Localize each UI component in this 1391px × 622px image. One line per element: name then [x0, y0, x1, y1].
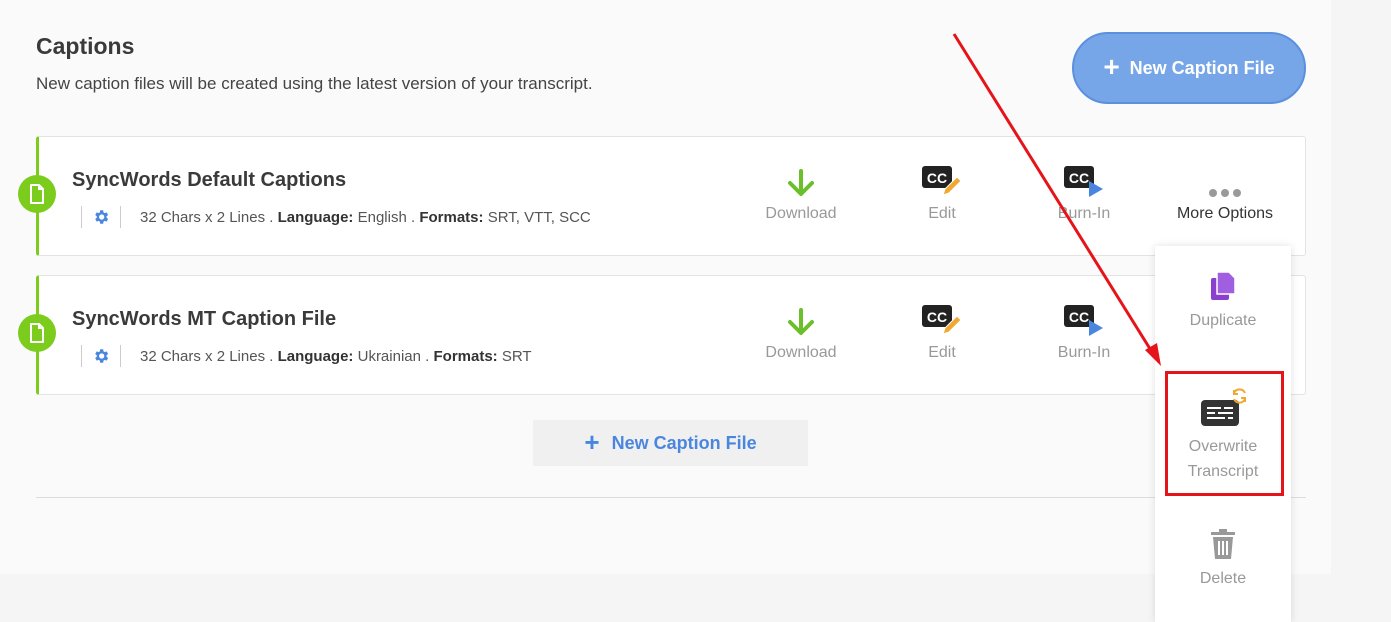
caption-card: SyncWords Default Captions 32 Chars x 2 … — [18, 136, 1306, 256]
page-title: Captions — [36, 33, 135, 59]
svg-text:CC: CC — [927, 170, 947, 186]
highlight-box — [1165, 371, 1284, 496]
cc-edit-icon: CC — [882, 161, 1002, 199]
document-icon — [18, 314, 56, 352]
burn-in-label: Burn-In — [1057, 344, 1111, 361]
new-caption-file-bottom-label: New Caption File — [611, 432, 757, 453]
cc-play-icon: CC — [1024, 300, 1144, 338]
delete-label: Delete — [1199, 570, 1247, 587]
page-subtitle: New caption files will be created using … — [36, 74, 593, 93]
new-caption-file-label: New Caption File — [1129, 57, 1275, 78]
duplicate-label: Duplicate — [1189, 312, 1257, 329]
svg-text:CC: CC — [1069, 309, 1089, 325]
caption-title: SyncWords MT Caption File — [72, 308, 337, 330]
download-label: Download — [765, 344, 837, 361]
burn-in-button[interactable]: CC Burn-In — [1024, 300, 1144, 362]
caption-meta: 32 Chars x 2 Lines . Language: Ukrainian… — [81, 344, 532, 368]
caption-card: SyncWords MT Caption File 32 Chars x 2 L… — [18, 275, 1306, 395]
more-options-label: More Options — [1176, 205, 1274, 222]
burn-in-button[interactable]: CC Burn-In — [1024, 161, 1144, 223]
gear-icon[interactable] — [82, 208, 120, 226]
edit-button[interactable]: CC Edit — [882, 300, 1002, 362]
edit-label: Edit — [928, 344, 956, 361]
more-options-button[interactable]: More Options — [1165, 161, 1285, 223]
plus-icon: + — [1103, 50, 1120, 82]
caption-title: SyncWords Default Captions — [72, 169, 347, 191]
caption-details: 32 Chars x 2 Lines . Language: Ukrainian… — [140, 347, 532, 365]
menu-item-delete[interactable]: Delete — [1155, 528, 1291, 591]
edit-label: Edit — [928, 205, 956, 222]
plus-icon: + — [584, 426, 600, 457]
download-icon — [741, 161, 861, 199]
download-label: Download — [765, 205, 837, 222]
edit-button[interactable]: CC Edit — [882, 161, 1002, 223]
caption-meta: 32 Chars x 2 Lines . Language: English .… — [81, 205, 591, 229]
document-icon — [18, 175, 56, 213]
new-caption-file-bottom-button[interactable]: + New Caption File — [533, 420, 808, 466]
burn-in-label: Burn-In — [1057, 205, 1111, 222]
cc-play-icon: CC — [1024, 161, 1144, 199]
svg-text:CC: CC — [1069, 170, 1089, 186]
download-icon — [741, 300, 861, 338]
trash-icon — [1155, 528, 1291, 560]
caption-details: 32 Chars x 2 Lines . Language: English .… — [140, 208, 591, 226]
more-dots-icon — [1165, 161, 1285, 199]
svg-text:CC: CC — [927, 309, 947, 325]
section-divider — [36, 497, 1306, 498]
download-button[interactable]: Download — [741, 161, 861, 223]
download-button[interactable]: Download — [741, 300, 861, 362]
divider — [120, 206, 121, 228]
divider — [120, 345, 121, 367]
duplicate-icon — [1155, 270, 1291, 302]
menu-item-duplicate[interactable]: Duplicate — [1155, 270, 1291, 333]
new-caption-file-button[interactable]: + New Caption File — [1072, 32, 1306, 104]
gear-icon[interactable] — [82, 347, 120, 365]
cc-edit-icon: CC — [882, 300, 1002, 338]
